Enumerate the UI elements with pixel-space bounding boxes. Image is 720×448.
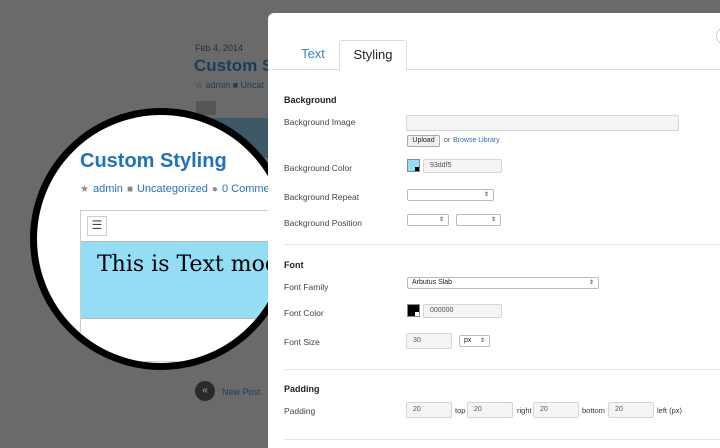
updown-arrows-icon: ⇕: [479, 338, 485, 344]
background-position-x-select[interactable]: ⇕: [407, 214, 449, 226]
updown-arrows-icon: ⇕: [490, 217, 496, 223]
background-repeat-label: Background Repeat: [284, 192, 360, 202]
updown-arrows-icon: ⇕: [438, 217, 444, 223]
tab-bar: Text Styling: [268, 40, 720, 71]
zoomed-post-title: Custom Styling: [80, 150, 227, 172]
updown-arrows-icon: ⇕: [483, 192, 489, 198]
padding-left-input[interactable]: 20: [608, 402, 654, 418]
swatch-corner-icon: [415, 167, 419, 171]
browse-library-link[interactable]: Browse Library: [453, 137, 500, 144]
padding-top-label: top: [455, 406, 466, 415]
author-link: admin: [92, 183, 123, 195]
section-divider: [284, 369, 720, 370]
comment-icon: ●: [211, 183, 218, 195]
padding-left-label: left (px): [657, 406, 683, 415]
module-settings-dialog: Text Styling Background Background Image…: [268, 13, 720, 448]
zoomed-post-meta: ★ admin ■ Uncategorized ● 0 Comments: [80, 183, 284, 195]
font-family-label: Font Family: [284, 282, 329, 292]
padding-bottom-label: bottom: [582, 406, 605, 415]
magnifier-lens: Custom Styling ★ admin ■ Uncategorized ●…: [30, 108, 292, 370]
post-title: Custom S: [194, 56, 274, 75]
background-position-y-select[interactable]: ⇕: [456, 214, 501, 226]
new-post-link: New Post: [222, 387, 261, 397]
font-size-unit-value: px: [464, 337, 472, 344]
font-color-label: Font Color: [284, 308, 324, 318]
section-divider: [284, 439, 720, 440]
padding-label: Padding: [284, 406, 316, 416]
user-icon: ★: [80, 183, 89, 195]
updown-arrows-icon: ⇕: [588, 280, 594, 286]
zoomed-text-module: ☰ This is Text modul: [80, 210, 292, 362]
post-date: Feb 4, 2014: [195, 43, 244, 53]
section-divider: [284, 244, 720, 245]
font-size-unit-select[interactable]: px ⇕: [459, 335, 490, 347]
zoomed-module-text: This is Text modul: [97, 252, 292, 277]
background-color-input[interactable]: 93ddf5: [423, 159, 502, 173]
padding-top-input[interactable]: 20: [406, 402, 452, 418]
swatch-corner-icon: [415, 312, 419, 316]
font-section-title: Font: [284, 260, 304, 270]
padding-bottom-input[interactable]: 20: [533, 402, 579, 418]
font-color-input[interactable]: 000000: [423, 304, 502, 318]
background-color-label: Background Color: [284, 163, 353, 173]
background-color-swatch[interactable]: [407, 159, 420, 172]
category-link: Uncategorized: [136, 183, 208, 195]
font-family-select[interactable]: Arbutus Slab ⇕: [407, 277, 599, 289]
font-size-input[interactable]: 30: [406, 333, 452, 349]
zoomed-text-area: This is Text modul: [81, 241, 292, 319]
background-image-label: Background Image: [284, 117, 356, 127]
post-meta: ☆ admin ■ Uncat: [195, 80, 265, 90]
background-repeat-select[interactable]: ⇕: [407, 189, 494, 201]
tab-styling[interactable]: Styling: [339, 40, 407, 71]
font-color-swatch[interactable]: [407, 304, 420, 317]
prev-arrow-icon: «: [195, 381, 215, 401]
hamburger-menu-icon: ☰: [87, 216, 107, 236]
padding-right-label: right: [517, 406, 532, 415]
upload-button[interactable]: Upload: [407, 135, 440, 147]
background-section-title: Background: [284, 95, 337, 105]
background-image-input[interactable]: [406, 115, 679, 131]
padding-section-title: Padding: [284, 384, 320, 394]
background-position-label: Background Position: [284, 218, 362, 228]
folder-icon: ■: [126, 183, 133, 195]
tab-text[interactable]: Text: [284, 40, 342, 68]
font-family-value: Arbutus Slab: [412, 279, 453, 286]
font-size-label: Font Size: [284, 337, 320, 347]
or-text: or: [444, 137, 451, 144]
padding-right-input[interactable]: 20: [467, 402, 513, 418]
